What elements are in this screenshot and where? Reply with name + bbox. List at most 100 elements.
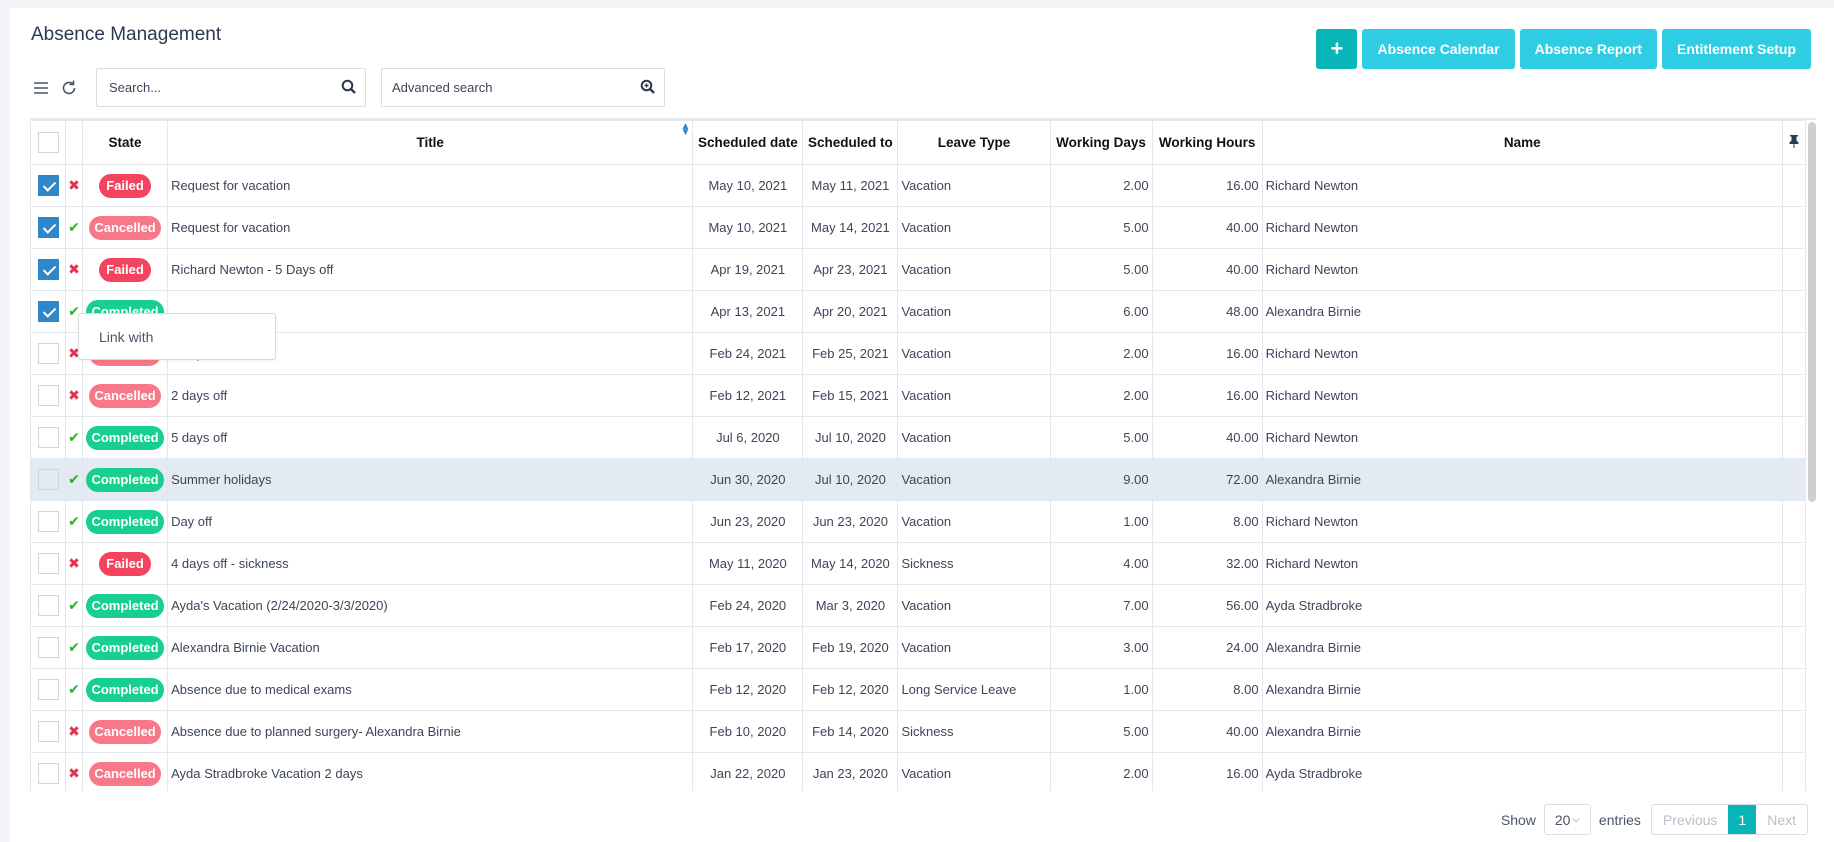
column-header-working-days[interactable]: Working Days (1049, 120, 1153, 165)
pin-cell (1781, 248, 1807, 291)
title-cell[interactable]: Request for vacation (167, 164, 694, 207)
leave-type-cell: Vacation (897, 584, 1051, 627)
row-checkbox[interactable] (37, 175, 59, 196)
refresh-icon[interactable] (58, 77, 80, 99)
table-row[interactable]: ✔ Completed Apr 13, 2021 Apr 20, 2021 Vacati… (30, 290, 1807, 333)
column-header-working-hours[interactable]: Working Hours (1151, 120, 1263, 165)
pin-column-header[interactable] (1781, 120, 1807, 165)
page-size-select[interactable]: 20 ⌵ (1543, 804, 1591, 835)
row-checkbox[interactable] (37, 721, 59, 742)
status-badge: Completed (86, 425, 164, 450)
row-select-cell (30, 248, 67, 291)
row-select-cell (30, 206, 67, 249)
add-absence-button[interactable]: + (1316, 29, 1358, 69)
search-icon[interactable] (341, 79, 357, 100)
search-input[interactable] (107, 79, 327, 96)
row-checkbox[interactable] (37, 343, 59, 364)
table-row[interactable]: ✖ Failed Richard Newton - 5 Days off Apr 19… (30, 248, 1807, 291)
row-checkbox[interactable] (37, 511, 59, 532)
row-checkbox[interactable] (37, 679, 59, 700)
absence-report-button[interactable]: Absence Report (1519, 29, 1657, 69)
table-row[interactable]: ✖ Failed 4 days off - sickness May 11, 2020… (30, 542, 1807, 585)
title-cell[interactable]: Day off (167, 500, 694, 543)
row-checkbox[interactable] (37, 469, 59, 490)
table-row[interactable]: ✔ Completed Absence due to medical exams Fe… (30, 668, 1807, 711)
title-cell[interactable]: 2 days off (167, 374, 694, 417)
row-checkbox[interactable] (37, 637, 59, 658)
row-checkbox[interactable] (37, 553, 59, 574)
context-menu-link-with[interactable]: Link with (99, 329, 153, 345)
table-row[interactable]: ✔ Completed Ayda's Vacation (2/24/2020-3/3… (30, 584, 1807, 627)
row-checkbox[interactable] (37, 385, 59, 406)
scheduled-date-cell: May 10, 2021 (692, 206, 804, 249)
table-row[interactable]: ✖ Cancelled 2 days off Feb 12, 2021 Feb 15, … (30, 374, 1807, 417)
title-cell[interactable]: Request for vacation (167, 206, 694, 249)
title-cell[interactable]: Ayda Stradbroke Vacation 2 days (167, 752, 694, 791)
next-page-button[interactable]: Next (1756, 805, 1807, 834)
scheduled-date-cell: Feb 24, 2020 (692, 584, 804, 627)
title-cell[interactable]: Absence due to medical exams (167, 668, 694, 711)
column-header-title[interactable]: Title ▲ ▼ (167, 120, 694, 165)
pin-icon[interactable] (1788, 134, 1800, 148)
chevron-down-icon: ⌵ (1572, 814, 1580, 825)
table-row[interactable]: ✔ Cancelled Request for vacation May 10, 20… (30, 206, 1807, 249)
scheduled-date-cell: May 10, 2021 (692, 164, 804, 207)
working-days-cell: 1.00 (1049, 668, 1153, 711)
menu-icon[interactable] (30, 77, 52, 99)
title-cell[interactable]: Alexandra Birnie Vacation (167, 626, 694, 669)
pin-cell (1781, 710, 1807, 753)
column-header-name[interactable]: Name (1261, 120, 1783, 165)
state-cell: Completed (82, 416, 169, 459)
pin-cell (1781, 206, 1807, 249)
pin-cell (1781, 500, 1807, 543)
column-header-leave-type[interactable]: Leave Type (897, 120, 1051, 165)
row-checkbox[interactable] (37, 301, 59, 322)
column-header-state[interactable]: State (82, 120, 169, 165)
working-days-cell: 6.00 (1049, 290, 1153, 333)
advanced-search-field[interactable]: Advanced search (381, 68, 665, 107)
leave-type-cell: Vacation (897, 206, 1051, 249)
title-cell[interactable]: 4 days off - sickness (167, 542, 694, 585)
row-checkbox[interactable] (37, 427, 59, 448)
check-icon: ✔ (68, 681, 80, 697)
name-cell: Alexandra Birnie (1261, 458, 1783, 501)
row-checkbox[interactable] (37, 595, 59, 616)
title-cell[interactable]: Absence due to planned surgery- Alexandr… (167, 710, 694, 753)
column-header-scheduled-to[interactable]: Scheduled to (802, 120, 899, 165)
zoom-in-icon[interactable] (640, 79, 656, 98)
table-row[interactable]: ✖ Cancelled Ayda Stradbroke Vacation 2 day… (30, 752, 1807, 791)
approval-icon-cell: ✖ (65, 374, 84, 417)
approval-icon-cell: ✔ (65, 668, 84, 711)
table-row[interactable]: ✔ Completed Alexandra Birnie Vacation Feb 1… (30, 626, 1807, 669)
title-cell[interactable]: 5 days off (167, 416, 694, 459)
row-checkbox[interactable] (37, 217, 59, 238)
row-checkbox[interactable] (37, 259, 59, 280)
entitlement-setup-button[interactable]: Entitlement Setup (1661, 29, 1811, 69)
absence-calendar-button[interactable]: Absence Calendar (1362, 29, 1515, 69)
table-row[interactable]: ✖ Failed Request for vacation May 10, 2021 M… (30, 164, 1807, 207)
table-row[interactable]: ✖Cancelled2 days offFeb 24, 2021Feb 25, … (30, 332, 1807, 375)
title-cell[interactable]: Richard Newton - 5 Days off (167, 248, 694, 291)
context-menu: Link with (78, 313, 276, 360)
table-row[interactable]: ✔ Completed Day off Jun 23, 2020 Jun 23, 202… (30, 500, 1807, 543)
working-days-cell: 5.00 (1049, 248, 1153, 291)
table-row[interactable]: ✔ Completed 5 days off Jul 6, 2020 Jul 10, 2… (30, 416, 1807, 459)
table-scrollbar[interactable] (1808, 122, 1816, 502)
state-cell: Failed (82, 164, 169, 207)
check-icon: ✔ (68, 639, 80, 655)
table-row[interactable]: ✔ Completed Summer holidays Jun 30, 2020 Jul… (30, 458, 1807, 501)
table-row[interactable]: ✖ Cancelled Absence due to planned surgery… (30, 710, 1807, 753)
title-cell[interactable]: Ayda's Vacation (2/24/2020-3/3/2020) (167, 584, 694, 627)
sort-icon[interactable]: ▲ ▼ (680, 122, 690, 138)
pin-cell (1781, 542, 1807, 585)
select-all-checkbox[interactable] (37, 132, 59, 153)
column-header-scheduled-date[interactable]: Scheduled date (692, 120, 804, 165)
previous-page-button[interactable]: Previous (1652, 805, 1728, 834)
name-cell: Richard Newton (1261, 164, 1783, 207)
page-1-button[interactable]: 1 (1728, 805, 1757, 834)
title-cell[interactable]: Summer holidays (167, 458, 694, 501)
approval-icon-cell: ✔ (65, 626, 84, 669)
row-checkbox[interactable] (37, 763, 59, 784)
status-badge: Completed (86, 467, 164, 492)
working-hours-cell: 40.00 (1151, 206, 1263, 249)
